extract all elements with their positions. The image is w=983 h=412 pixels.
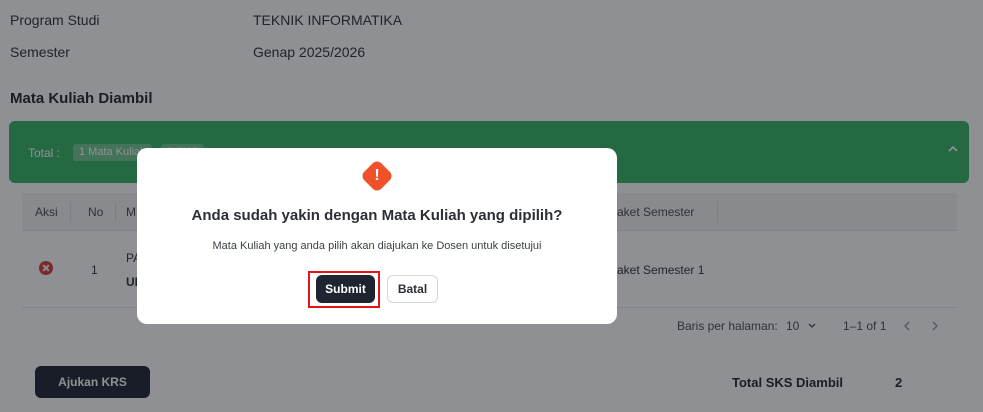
confirm-dialog: ! Anda sudah yakin dengan Mata Kuliah ya… [137,148,617,324]
alert-icon-mark: ! [374,167,380,184]
dialog-message: Mata Kuliah yang anda pilih akan diajuka… [212,240,542,252]
submit-button[interactable]: Submit [316,275,375,303]
cancel-button[interactable]: Batal [387,275,438,303]
dialog-title: Anda sudah yakin dengan Mata Kuliah yang… [191,207,563,224]
krs-page: Program Studi TEKNIK INFORMATIKA Semeste… [0,0,983,412]
